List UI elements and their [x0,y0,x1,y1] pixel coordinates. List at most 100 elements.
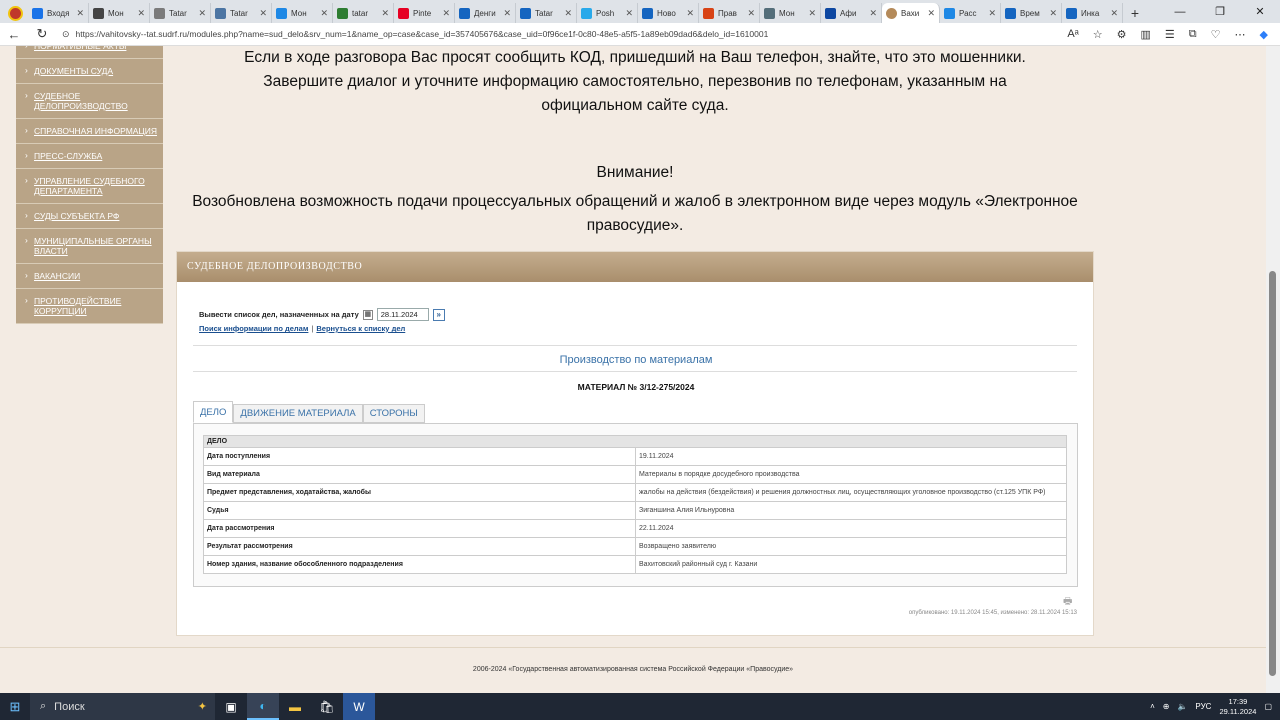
tab-favicon-icon [764,7,775,19]
windows-start-icon[interactable]: ⊞ [0,699,30,715]
close-tab-icon[interactable]: ✕ [686,8,694,19]
address-toolbar: ← ↻ ⊙ https://vahitovsky--tat.sudrf.ru/m… [0,23,1280,46]
word-icon[interactable]: W [343,693,375,720]
close-tab-icon[interactable]: ✕ [259,8,267,19]
date-input[interactable]: 28.11.2024 [376,308,429,321]
sidebar-item[interactable]: Справочная информация [16,119,163,144]
print-icon[interactable]: 🖶 [1063,594,1072,611]
browser-tab[interactable]: Входя ✕ [28,3,89,23]
browser-tab[interactable]: Pinte ✕ [394,3,455,23]
close-tab-icon[interactable]: ✕ [503,8,511,19]
row-key: Результат рассмотрения [203,537,636,556]
show-hidden-icons[interactable]: ˄ [1150,702,1155,711]
reload-icon[interactable]: ↻ [28,26,56,42]
collections-icon[interactable]: ⧉ [1189,28,1197,41]
extensions-icon[interactable]: ⚙ [1117,28,1127,41]
sidebar-item[interactable]: Суды субъекта РФ [16,204,163,229]
close-tab-icon[interactable]: ✕ [198,8,206,19]
browser-tab[interactable]: Posh ✕ [577,3,638,23]
copilot-icon[interactable]: ◆ [1260,28,1268,41]
close-tab-icon[interactable]: ✕ [320,8,328,19]
maximize-icon[interactable]: ❐ [1200,0,1240,23]
clock[interactable]: 17:39 29.11.2024 [1219,697,1256,717]
sidebar-item[interactable]: Нормативные акты [16,46,163,59]
browser-tab[interactable]: Tatar ✕ [211,3,272,23]
tab-favicon-icon [276,7,287,19]
browser-tab[interactable]: Tatar ✕ [150,3,211,23]
browser-tab[interactable]: Tatar ✕ [516,3,577,23]
tab-movement[interactable]: ДВИЖЕНИЕ МАТЕРИАЛА [233,404,363,423]
close-tab-icon[interactable]: ✕ [564,8,572,19]
sidebar-item[interactable]: Пресс-служба [16,144,163,169]
sidebar-item[interactable]: Противодействие коррупции [16,289,163,324]
close-tab-icon[interactable]: ✕ [747,8,755,19]
browser-tab[interactable]: Мон ✕ [272,3,333,23]
calendar-icon[interactable]: ▦ [362,309,373,320]
table-row: Результат рассмотрения Возвращено заявите… [203,537,1067,556]
tab-favicon-icon [459,7,470,19]
taskbar-search[interactable]: ⌕ Поиск ✦ [30,693,215,720]
minimize-icon[interactable]: — [1160,0,1200,23]
close-tab-icon[interactable]: ✕ [381,8,389,19]
sidebar-item[interactable]: Документы суда [16,59,163,84]
language-indicator[interactable]: РУС [1195,702,1211,711]
profile-avatar[interactable] [4,3,26,23]
go-arrow-icon[interactable]: » [432,308,445,321]
close-tab-icon[interactable]: ✕ [927,8,935,19]
browser-tab[interactable]: Ново ✕ [638,3,699,23]
site-info-icon[interactable]: ⊙ [62,29,70,40]
browser-tab[interactable]: Мон ✕ [89,3,150,23]
tab-favicon-icon [944,7,955,19]
browser-tab[interactable]: Афи ✕ [821,3,882,23]
favorite-star-icon[interactable]: ☆ [1093,28,1103,41]
tab-case[interactable]: ДЕЛО [193,401,234,423]
close-tab-icon[interactable]: ✕ [76,8,84,19]
back-arrow-icon[interactable]: ← [0,27,28,42]
browser-tab[interactable]: Денги ✕ [455,3,516,23]
sidebar-item[interactable]: Судебное делопроизводство [16,84,163,119]
notice-line: официальном сайте суда. [541,97,729,114]
browser-tab[interactable]: Инка ✕ [1062,3,1123,23]
browser-tab[interactable]: Прав ✕ [699,3,760,23]
browser-essentials-icon[interactable]: ♡ [1211,28,1221,41]
case-search-link[interactable]: Поиск информации по делам [199,324,308,333]
date-filter: Вывести список дел, назначенных на дату … [199,308,445,321]
page-scrollbar[interactable] [1266,46,1280,693]
browser-tab[interactable]: Мон ✕ [760,3,821,23]
scrollbar-thumb[interactable] [1269,271,1276,676]
read-aloud-icon[interactable]: Aᵃ [1067,28,1078,41]
sidebar-item[interactable]: Муниципальные органы власти [16,229,163,264]
store-icon[interactable]: 🛍 [311,693,343,720]
tab-active[interactable]: Вахи ✕ [882,3,940,23]
close-tab-icon[interactable]: ✕ [1049,8,1057,19]
tab-label: Расс [959,8,977,18]
close-tab-icon[interactable]: ✕ [442,8,450,19]
network-icon[interactable]: ⊕ [1163,702,1170,711]
favorites-icon[interactable]: ☰ [1165,28,1175,41]
task-view-icon[interactable]: ▣ [215,693,247,720]
menu-dots-icon[interactable]: ⋯ [1235,28,1246,41]
close-tab-icon[interactable]: ✕ [988,8,996,19]
new-tab-icon[interactable]: + [1123,3,1147,23]
notifications-icon[interactable]: ▢ [1264,702,1272,711]
tab-parties[interactable]: СТОРОНЫ [362,404,425,423]
close-tab-icon[interactable]: ✕ [137,8,145,19]
split-screen-icon[interactable]: ▥ [1141,28,1151,41]
browser-tab[interactable]: tatar ✕ [333,3,394,23]
tab-favicon-icon [215,7,226,19]
address-bar[interactable]: ⊙ https://vahitovsky--tat.sudrf.ru/modul… [62,25,962,44]
tab-favicon-icon [825,7,836,19]
close-window-icon[interactable]: ✕ [1240,0,1280,23]
back-to-list-link[interactable]: Вернуться к списку дел [316,324,405,333]
close-tab-icon[interactable]: ✕ [808,8,816,19]
edge-browser-icon[interactable]: ◐ [247,693,279,720]
sidebar-item[interactable]: Вакансии [16,264,163,289]
close-tab-icon[interactable]: ✕ [625,8,633,19]
volume-icon[interactable]: 🔈 [1177,702,1187,711]
close-tab-icon[interactable]: ✕ [869,8,877,19]
close-tab-icon[interactable]: ✕ [1110,8,1118,19]
browser-tab[interactable]: Расс ✕ [940,3,1001,23]
sidebar-item[interactable]: Управление Судебного департамента [16,169,163,204]
browser-tab[interactable]: Врем ✕ [1001,3,1062,23]
file-explorer-icon[interactable]: ▬ [279,693,311,720]
